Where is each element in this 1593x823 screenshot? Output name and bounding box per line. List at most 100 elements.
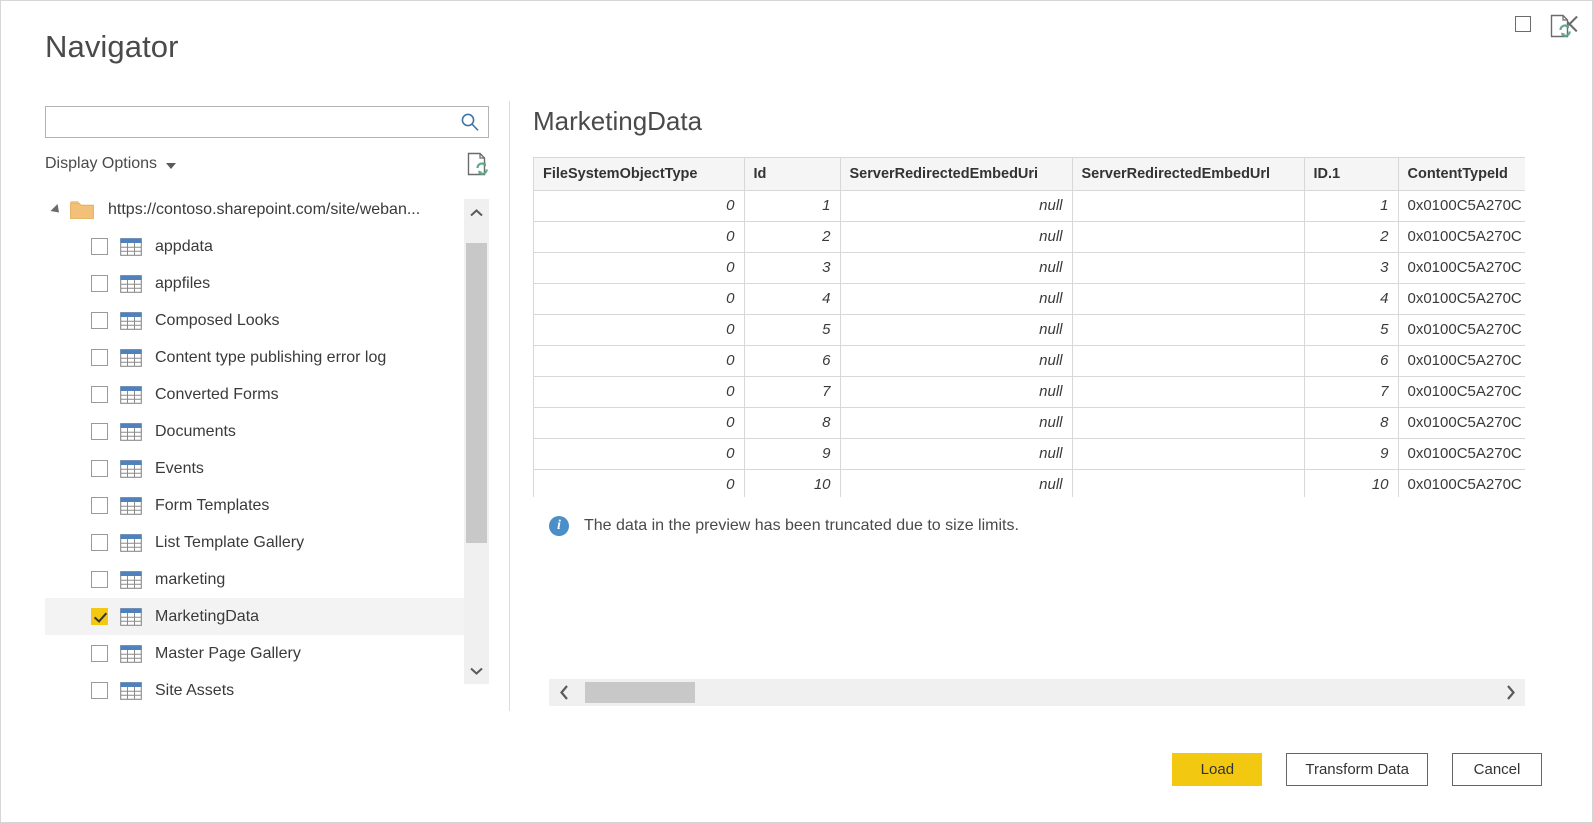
tree-item-checkbox[interactable] — [91, 682, 108, 699]
tree-item-label: Documents — [155, 423, 236, 441]
tree-item-checkbox[interactable] — [91, 386, 108, 403]
tree-item-checkbox[interactable] — [91, 349, 108, 366]
tree-item-master-page-gallery[interactable]: Master Page Gallery — [45, 635, 464, 672]
table-icon — [120, 386, 142, 404]
table-cell: 0 — [534, 438, 744, 469]
table-row[interactable]: 08null80x0100C5A270C — [534, 407, 1525, 438]
scroll-down-button[interactable] — [464, 657, 489, 684]
table-icon-wrap — [120, 386, 155, 404]
tree-root-item[interactable]: https://contoso.sharepoint.com/site/weba… — [45, 191, 464, 228]
tree-item-checkbox[interactable] — [91, 497, 108, 514]
table-cell: 4 — [744, 283, 840, 314]
tree-item-label: marketing — [155, 571, 225, 589]
table-icon — [120, 238, 142, 256]
tree-item-list-template-gallery[interactable]: List Template Gallery — [45, 524, 464, 561]
table-cell: 0 — [534, 376, 744, 407]
table-row[interactable]: 04null40x0100C5A270C — [534, 283, 1525, 314]
tree-item-documents[interactable]: Documents — [45, 413, 464, 450]
table-cell: 0 — [534, 190, 744, 221]
navigator-dialog: Navigator Display Options — [0, 0, 1593, 823]
tree-item-site-assets[interactable]: Site Assets — [45, 672, 464, 709]
column-header[interactable]: FileSystemObjectType — [534, 158, 744, 190]
scrollbar-thumb-horizontal[interactable] — [585, 682, 695, 703]
tree-item-label: Site Assets — [155, 682, 234, 700]
load-button[interactable]: Load — [1172, 753, 1262, 786]
tree-item-checkbox[interactable] — [91, 238, 108, 255]
table-icon — [120, 645, 142, 663]
column-header[interactable]: ID.1 — [1304, 158, 1398, 190]
scrollbar-track-horizontal[interactable] — [579, 679, 1495, 706]
table-row[interactable]: 02null20x0100C5A270C — [534, 221, 1525, 252]
tree-item-checkbox[interactable] — [91, 423, 108, 440]
table-row[interactable]: 05null50x0100C5A270C — [534, 314, 1525, 345]
tree-item-marketingdata[interactable]: MarketingData — [45, 598, 464, 635]
tree-item-checkbox[interactable] — [91, 312, 108, 329]
preview-horizontal-scrollbar[interactable] — [549, 679, 1525, 706]
table-cell: 3 — [1304, 252, 1398, 283]
tree-item-checkbox[interactable] — [91, 608, 108, 625]
transform-data-button[interactable]: Transform Data — [1286, 753, 1428, 786]
tree-item-marketing[interactable]: marketing — [45, 561, 464, 598]
tree-item-checkbox[interactable] — [91, 275, 108, 292]
column-header[interactable]: ServerRedirectedEmbedUrl — [1072, 158, 1304, 190]
table-icon — [120, 312, 142, 330]
table-row[interactable]: 06null60x0100C5A270C — [534, 345, 1525, 376]
tree-item-checkbox[interactable] — [91, 645, 108, 662]
table-cell: 1 — [1304, 190, 1398, 221]
table-cell: null — [840, 283, 1072, 314]
scroll-left-button[interactable] — [549, 679, 579, 706]
table-icon-wrap — [120, 682, 155, 700]
tree-item-label: Events — [155, 460, 204, 478]
tree-item-label: Content type publishing error log — [155, 349, 386, 367]
tree-vertical-scrollbar[interactable] — [464, 199, 489, 684]
table-cell — [1072, 314, 1304, 345]
tree-item-appfiles[interactable]: appfiles — [45, 265, 464, 302]
tree-item-label: List Template Gallery — [155, 534, 304, 552]
table-cell: 0 — [534, 314, 744, 345]
table-cell: 0x0100C5A270C — [1398, 407, 1525, 438]
tree-item-converted-forms[interactable]: Converted Forms — [45, 376, 464, 413]
tree-item-checkbox[interactable] — [91, 571, 108, 588]
table-icon — [120, 460, 142, 478]
tree-item-checkbox[interactable] — [91, 460, 108, 477]
object-tree[interactable]: https://contoso.sharepoint.com/site/weba… — [45, 191, 489, 711]
table-cell: null — [840, 314, 1072, 345]
expander-triangle-icon[interactable] — [50, 203, 62, 215]
display-options-row: Display Options — [45, 152, 489, 176]
table-icon-wrap — [120, 275, 155, 293]
search-icon[interactable] — [460, 112, 480, 132]
tree-item-composed-looks[interactable]: Composed Looks — [45, 302, 464, 339]
tree-item-appdata[interactable]: appdata — [45, 228, 464, 265]
tree-item-form-templates[interactable]: Form Templates — [45, 487, 464, 524]
scrollbar-thumb-vertical[interactable] — [466, 243, 487, 543]
table-cell: 9 — [744, 438, 840, 469]
tree-item-checkbox[interactable] — [91, 534, 108, 551]
refresh-document-icon[interactable] — [465, 151, 489, 177]
column-header[interactable]: Id — [744, 158, 840, 190]
tree-item-label: Master Page Gallery — [155, 645, 301, 663]
table-cell: 5 — [1304, 314, 1398, 345]
cancel-button[interactable]: Cancel — [1452, 753, 1542, 786]
tree-item-events[interactable]: Events — [45, 450, 464, 487]
table-icon — [120, 682, 142, 700]
scroll-right-button[interactable] — [1495, 679, 1525, 706]
table-row[interactable]: 01null10x0100C5A270C — [534, 190, 1525, 221]
column-header[interactable]: ServerRedirectedEmbedUri — [840, 158, 1072, 190]
chevron-down-icon[interactable] — [166, 163, 176, 169]
search-input[interactable] — [46, 107, 488, 137]
scroll-up-button[interactable] — [464, 199, 489, 226]
table-row[interactable]: 09null90x0100C5A270C — [534, 438, 1525, 469]
display-options-button[interactable]: Display Options — [45, 155, 157, 173]
table-row[interactable]: 07null70x0100C5A270C — [534, 376, 1525, 407]
maximize-button[interactable] — [1500, 1, 1546, 47]
preview-refresh-document-icon[interactable] — [1548, 13, 1572, 39]
table-cell — [1072, 190, 1304, 221]
column-header[interactable]: ContentTypeId — [1398, 158, 1525, 190]
search-box[interactable] — [45, 106, 489, 138]
table-icon — [120, 608, 142, 626]
preview-table-container[interactable]: FileSystemObjectTypeIdServerRedirectedEm… — [533, 157, 1525, 497]
tree-item-content-type-publishing-error-log[interactable]: Content type publishing error log — [45, 339, 464, 376]
table-row[interactable]: 03null30x0100C5A270C — [534, 252, 1525, 283]
table-cell: 0 — [534, 221, 744, 252]
table-row[interactable]: 010null100x0100C5A270C — [534, 469, 1525, 497]
